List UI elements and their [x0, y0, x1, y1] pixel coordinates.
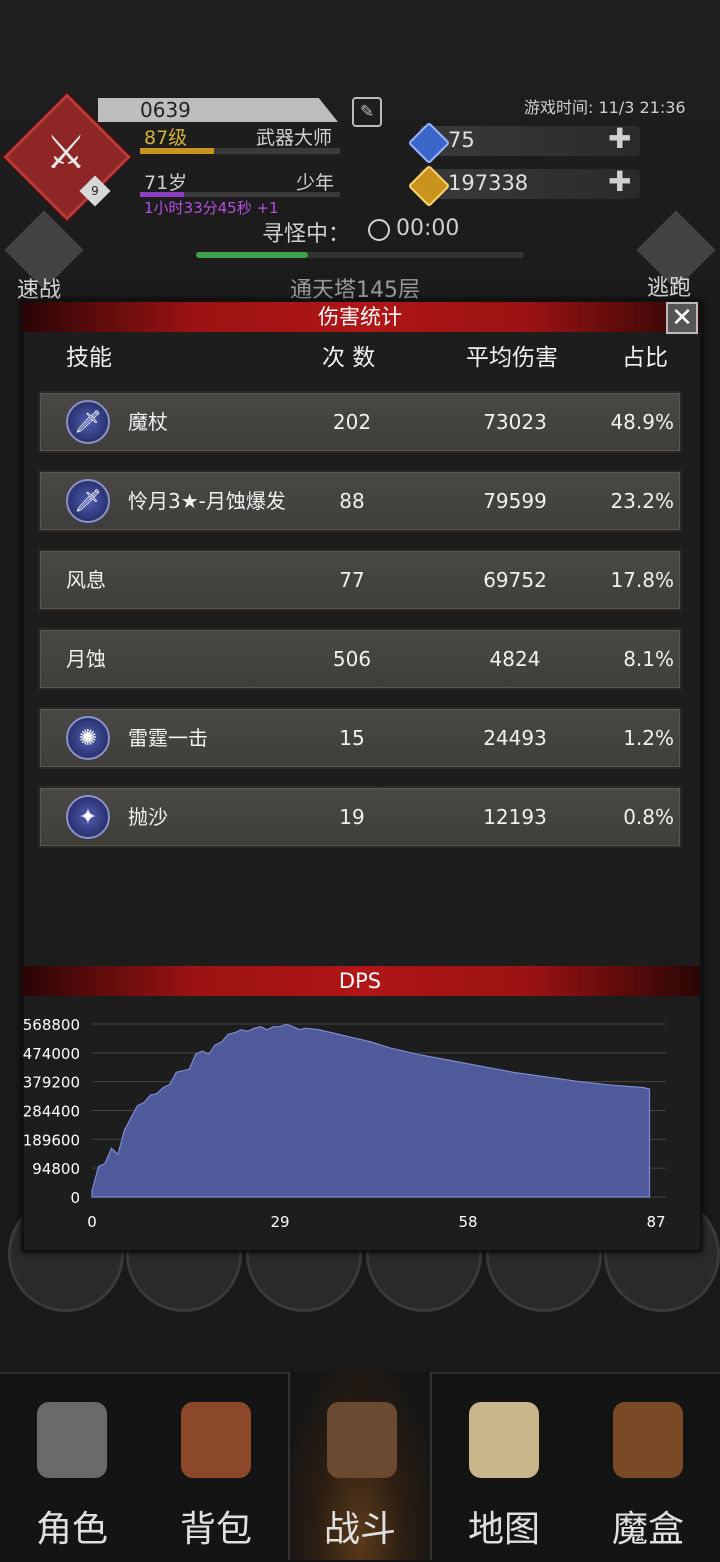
y-tick-label: 474000	[23, 1045, 80, 1063]
skill-avg-damage: 73023	[483, 410, 547, 434]
nav-tab-magic-box[interactable]: 魔盒	[576, 1372, 720, 1560]
skill-avg-damage: 12193	[483, 805, 547, 829]
y-tick-label: 94800	[32, 1160, 80, 1178]
x-tick-label: 0	[87, 1213, 97, 1231]
nav-tab-battle[interactable]: 战斗	[288, 1372, 432, 1560]
nav-label: 角色	[35, 1509, 108, 1550]
nav-label: 地图	[467, 1509, 540, 1550]
skill-share: 48.9%	[610, 410, 674, 434]
nav-label: 战斗	[323, 1509, 396, 1550]
skill-row[interactable]: 风息 77 69752 17.8%	[38, 549, 682, 611]
gem-count: 75	[448, 128, 475, 152]
flee-label[interactable]: 逃跑	[647, 270, 691, 302]
helmet-icon	[37, 1402, 107, 1478]
sword-shield-icon	[327, 1402, 397, 1478]
skill-row[interactable]: ✺ 雷霆一击 15 24493 1.2%	[38, 707, 682, 769]
player-level: 87级	[144, 127, 188, 149]
player-id-plate	[98, 98, 338, 122]
idle-timer: 1小时33分45秒 +1	[144, 199, 279, 217]
game-time: 游戏时间: 11/3 21:36	[524, 98, 686, 117]
skill-share: 23.2%	[610, 489, 674, 513]
col-avg-damage: 平均伤害	[466, 345, 558, 371]
skill-row[interactable]: 🗡 怜月3★-月蚀爆发 88 79599 23.2%	[38, 470, 682, 532]
add-gems-button[interactable]: ✚	[608, 122, 631, 155]
col-count: 次 数	[322, 345, 376, 371]
skill-share: 0.8%	[623, 805, 674, 829]
add-gold-button[interactable]: ✚	[608, 165, 631, 198]
skill-count: 19	[339, 805, 365, 829]
scroll-map-icon	[469, 1402, 539, 1478]
skill-row[interactable]: 🗡 魔杖 202 73023 48.9%	[38, 391, 682, 453]
player-class-title: 武器大师	[256, 127, 333, 149]
skill-avg-damage: 79599	[483, 489, 547, 513]
player-id: 0639	[140, 98, 191, 122]
col-skill: 技能	[66, 345, 112, 371]
skill-row[interactable]: 月蚀 506 4824 8.1%	[38, 628, 682, 690]
skill-count: 15	[339, 726, 365, 750]
y-tick-label: 284400	[23, 1103, 80, 1121]
skill-avg-damage: 24493	[483, 726, 547, 750]
skill-share: 17.8%	[610, 568, 674, 592]
dps-title: DPS	[338, 969, 382, 993]
player-age: 71岁	[144, 172, 188, 194]
skill-share: 1.2%	[623, 726, 674, 750]
nav-label: 背包	[179, 1509, 252, 1550]
col-share: 占比	[622, 345, 668, 371]
skill-row[interactable]: ✦ 抛沙 19 12193 0.8%	[38, 786, 682, 848]
nav-label: 魔盒	[611, 1509, 684, 1550]
close-button[interactable]: ✕	[666, 302, 698, 334]
x-tick-label: 58	[458, 1213, 477, 1231]
gold-count: 197338	[448, 171, 529, 195]
y-tick-label: 189600	[23, 1131, 80, 1149]
skill-count: 202	[332, 410, 372, 434]
xp-bar-fill	[140, 148, 214, 154]
magic-box-icon	[613, 1402, 683, 1478]
stopwatch-icon	[368, 219, 390, 241]
nav-tab-character[interactable]: 角色	[0, 1372, 144, 1560]
life-stage: 少年	[296, 172, 335, 194]
nav-tab-map[interactable]: 地图	[432, 1372, 576, 1560]
dps-area	[91, 1023, 651, 1198]
search-progress-fill	[196, 252, 308, 258]
dps-chart: 568800 474000 379200 284400 189600 94800 00 29 5…	[23, 1016, 666, 1231]
skill-count: 77	[339, 568, 365, 592]
y-tick-label: 0	[70, 1189, 80, 1207]
battle-clock: 00:00	[396, 216, 460, 241]
skill-avg-damage: 4824	[489, 647, 541, 671]
backpack-icon	[181, 1402, 251, 1478]
skill-count: 506	[332, 647, 372, 671]
y-tick-label: 379200	[23, 1074, 80, 1092]
panel-title: 伤害统计	[318, 305, 402, 329]
rank-badge-label: 9	[91, 184, 99, 198]
skill-count: 88	[339, 489, 365, 513]
nav-tab-backpack[interactable]: 背包	[144, 1372, 288, 1560]
y-tick-label: 568800	[23, 1016, 80, 1034]
battle-status: 寻怪中：	[262, 222, 351, 247]
x-tick-label: 87	[646, 1213, 665, 1231]
x-tick-label: 29	[270, 1213, 289, 1231]
skill-share: 8.1%	[623, 647, 674, 671]
skill-avg-damage: 69752	[483, 568, 547, 592]
edit-icon[interactable]: ✎	[352, 97, 382, 127]
